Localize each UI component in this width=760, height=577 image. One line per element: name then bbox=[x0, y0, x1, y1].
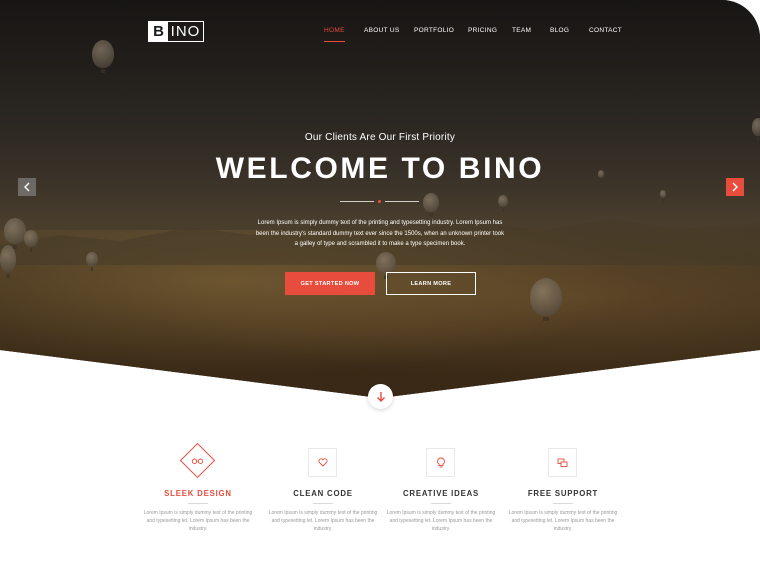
feature-description: Lorem Ipsum is simply dummy text of the … bbox=[386, 510, 496, 532]
nav-label: ABOUT US bbox=[364, 27, 400, 34]
page-frame: B INO HOME ABOUT US PORTFOLIO PRICING TE… bbox=[0, 0, 760, 577]
get-started-button[interactable]: GET STARTED NOW bbox=[285, 272, 375, 295]
chat-icon bbox=[557, 458, 568, 467]
feature-divider bbox=[431, 503, 451, 504]
hero-divider bbox=[340, 200, 420, 203]
feature-icon-frame bbox=[179, 442, 216, 479]
feature-title: SLEEK DESIGN bbox=[164, 489, 232, 498]
balloon bbox=[86, 252, 98, 271]
balloon bbox=[4, 218, 26, 249]
feature-creative-ideas: CREATIVE IDEAS Lorem Ipsum is simply dum… bbox=[386, 440, 496, 533]
nav-about-us[interactable]: ABOUT US bbox=[364, 27, 400, 34]
hero-section: B INO HOME ABOUT US PORTFOLIO PRICING TE… bbox=[0, 0, 760, 398]
balloon bbox=[423, 193, 439, 217]
nav-label: HOME bbox=[324, 27, 345, 34]
balloon bbox=[530, 278, 562, 321]
balloon bbox=[0, 245, 16, 278]
feature-icon-frame bbox=[548, 448, 577, 477]
slider-prev-button[interactable] bbox=[18, 178, 36, 196]
nav-label: BLOG bbox=[550, 27, 570, 34]
hero-description: Lorem Ipsum is simply dummy text of the … bbox=[255, 220, 505, 247]
balloon bbox=[24, 230, 38, 252]
feature-clean-code: CLEAN CODE Lorem Ipsum is simply dummy t… bbox=[268, 440, 378, 533]
feature-title: CREATIVE IDEAS bbox=[402, 489, 480, 498]
feature-description: Lorem Ipsum is simply dummy text of the … bbox=[508, 510, 618, 532]
feature-divider bbox=[553, 503, 573, 504]
feature-description: Lorem Ipsum is simply dummy text of the … bbox=[268, 510, 378, 532]
balloon bbox=[498, 195, 508, 212]
nav-active-indicator bbox=[324, 41, 345, 42]
nav-contact[interactable]: CONTACT bbox=[589, 27, 622, 34]
chevron-right-icon bbox=[732, 182, 738, 192]
feature-description: Lorem Ipsum is simply dummy text of the … bbox=[143, 510, 253, 532]
chevron-left-icon bbox=[24, 182, 30, 192]
nav-blog[interactable]: BLOG bbox=[550, 27, 569, 34]
hero-title: WELCOME TO BINO bbox=[215, 152, 545, 185]
feature-divider bbox=[313, 503, 333, 504]
feature-icon-frame bbox=[308, 448, 337, 477]
nav-label: PORTFOLIO bbox=[414, 27, 455, 34]
scroll-down-button[interactable] bbox=[368, 384, 393, 409]
main-nav: HOME ABOUT US PORTFOLIO PRICING TEAM BLO… bbox=[0, 27, 760, 42]
nav-label: CONTACT bbox=[589, 27, 623, 34]
hero-subtitle: Our Clients Are Our First Priority bbox=[304, 132, 456, 143]
nav-pricing[interactable]: PRICING bbox=[468, 27, 497, 34]
feature-icon-frame bbox=[426, 448, 455, 477]
nav-home[interactable]: HOME bbox=[324, 27, 345, 42]
feature-free-support: FREE SUPPORT Lorem Ipsum is simply dummy… bbox=[508, 440, 618, 533]
feature-title: FREE SUPPORT bbox=[527, 489, 599, 498]
heart-icon bbox=[317, 458, 328, 467]
slider-next-button[interactable] bbox=[726, 178, 744, 196]
balloon bbox=[376, 252, 396, 279]
learn-more-button[interactable]: LEARN MORE bbox=[386, 272, 476, 295]
arrow-down-icon bbox=[376, 391, 385, 402]
feature-sleek-design: SLEEK DESIGN Lorem Ipsum is simply dummy… bbox=[143, 440, 253, 533]
nav-portfolio[interactable]: PORTFOLIO bbox=[414, 27, 454, 34]
feature-title: CLEAN CODE bbox=[293, 489, 353, 498]
nav-label: PRICING bbox=[468, 27, 498, 34]
lightbulb-icon bbox=[436, 457, 445, 467]
nav-team[interactable]: TEAM bbox=[512, 27, 531, 34]
glasses-icon bbox=[191, 457, 204, 464]
feature-divider bbox=[188, 503, 208, 504]
nav-label: TEAM bbox=[512, 27, 532, 34]
balloon bbox=[92, 40, 114, 73]
balloon bbox=[660, 190, 666, 203]
